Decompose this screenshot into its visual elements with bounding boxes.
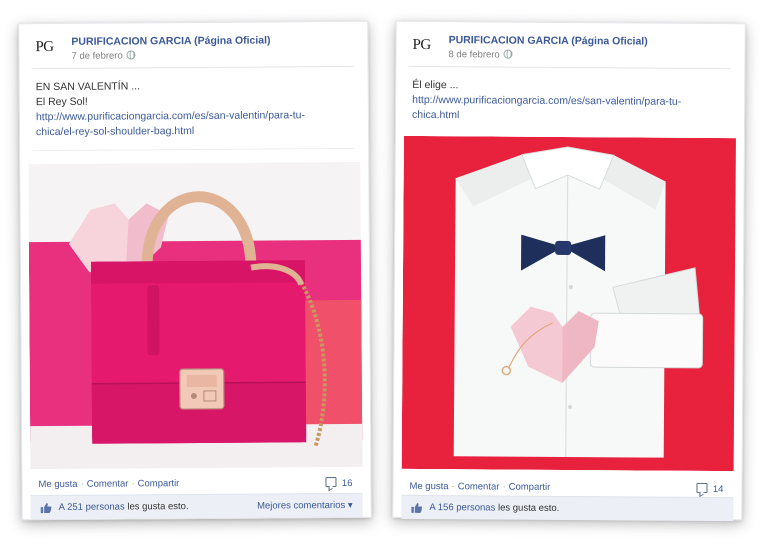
comment-count-number: 16 (341, 477, 353, 489)
separator: · (80, 478, 84, 490)
comment-count-number: 14 (712, 484, 724, 496)
share-link[interactable]: Compartir (509, 482, 551, 493)
likes-bar: A 251 personas les gusta esto. Mejores c… (30, 492, 363, 520)
likes-summary: A 251 personas les gusta esto. (59, 501, 189, 513)
like-link[interactable]: Me gusta (409, 481, 448, 492)
likes-summary: A 156 personas les gusta esto. (429, 502, 559, 514)
separator: · (451, 481, 455, 493)
page-avatar[interactable]: PG (412, 37, 440, 59)
post-card-right: PG PURIFICACION GARCIA (Página Oficial) … (392, 20, 746, 522)
post-link[interactable]: chica.html (412, 108, 730, 125)
page-name-link[interactable]: PURIFICACION GARCIA (Página Oficial) (449, 34, 648, 47)
thumbs-up-icon (411, 502, 423, 513)
likes-suffix: les gusta esto. (497, 502, 560, 514)
actions-row: Me gusta · Comentar · Compartir (38, 478, 179, 490)
post-text: Él elige ... http://www.purificaciongarc… (412, 78, 730, 125)
text-divider (32, 147, 355, 152)
globe-icon (503, 49, 513, 59)
post-date[interactable]: 7 de febrero (71, 50, 136, 62)
post-header: PG PURIFICACION GARCIA (Página Oficial) … (19, 22, 367, 68)
post-photo[interactable] (401, 135, 736, 472)
post-date-text[interactable]: 8 de febrero (448, 49, 499, 60)
likes-bar: A 156 personas les gusta esto. (401, 494, 734, 522)
post-text: EN SAN VALENTÍN ... El Rey Sol! http://w… (36, 78, 354, 140)
post-card-left: PG PURIFICACION GARCIA (Página Oficial) … (18, 20, 372, 521)
separator: · (502, 481, 506, 493)
like-link[interactable]: Me gusta (38, 479, 77, 490)
share-link[interactable]: Compartir (138, 478, 180, 489)
handbag-image[interactable] (28, 161, 363, 470)
comment-link[interactable]: Comentar (87, 478, 129, 489)
post-header: PG PURIFICACION GARCIA (Página Oficial) … (396, 22, 744, 68)
comment-icon (696, 482, 708, 493)
post-link[interactable]: chica/el-rey-sol-shoulder-bag.html (36, 123, 354, 140)
post-date-text[interactable]: 7 de febrero (71, 50, 122, 61)
post-link[interactable]: http://www.purificaciongarcia.com/es/san… (412, 93, 730, 110)
shirt-image[interactable] (401, 135, 736, 472)
page-avatar[interactable]: PG (35, 39, 63, 61)
comment-count[interactable]: 14 (696, 482, 724, 496)
likes-suffix: les gusta esto. (127, 501, 189, 513)
comment-icon (325, 477, 337, 488)
thumbs-up-icon (40, 503, 52, 514)
likes-people-link[interactable]: A 251 personas (59, 501, 125, 512)
likes-people-link[interactable]: A 156 personas (429, 502, 495, 513)
post-actions: Me gusta · Comentar · Compartir 16 (22, 477, 370, 490)
best-comments-dropdown[interactable]: Mejores comentarios ▾ (257, 500, 353, 512)
actions-row: Me gusta · Comentar · Compartir (409, 481, 550, 493)
separator: · (131, 478, 135, 490)
post-photo[interactable] (28, 161, 363, 470)
post-actions: Me gusta · Comentar · Compartir 14 (394, 481, 742, 495)
page-name-link[interactable]: PURIFICACION GARCIA (Página Oficial) (71, 34, 270, 47)
page: PG PURIFICACION GARCIA (Página Oficial) … (0, 0, 768, 548)
comment-count[interactable]: 16 (325, 477, 353, 489)
globe-icon (126, 50, 136, 60)
comment-link[interactable]: Comentar (458, 481, 500, 492)
post-date[interactable]: 8 de febrero (448, 49, 513, 61)
